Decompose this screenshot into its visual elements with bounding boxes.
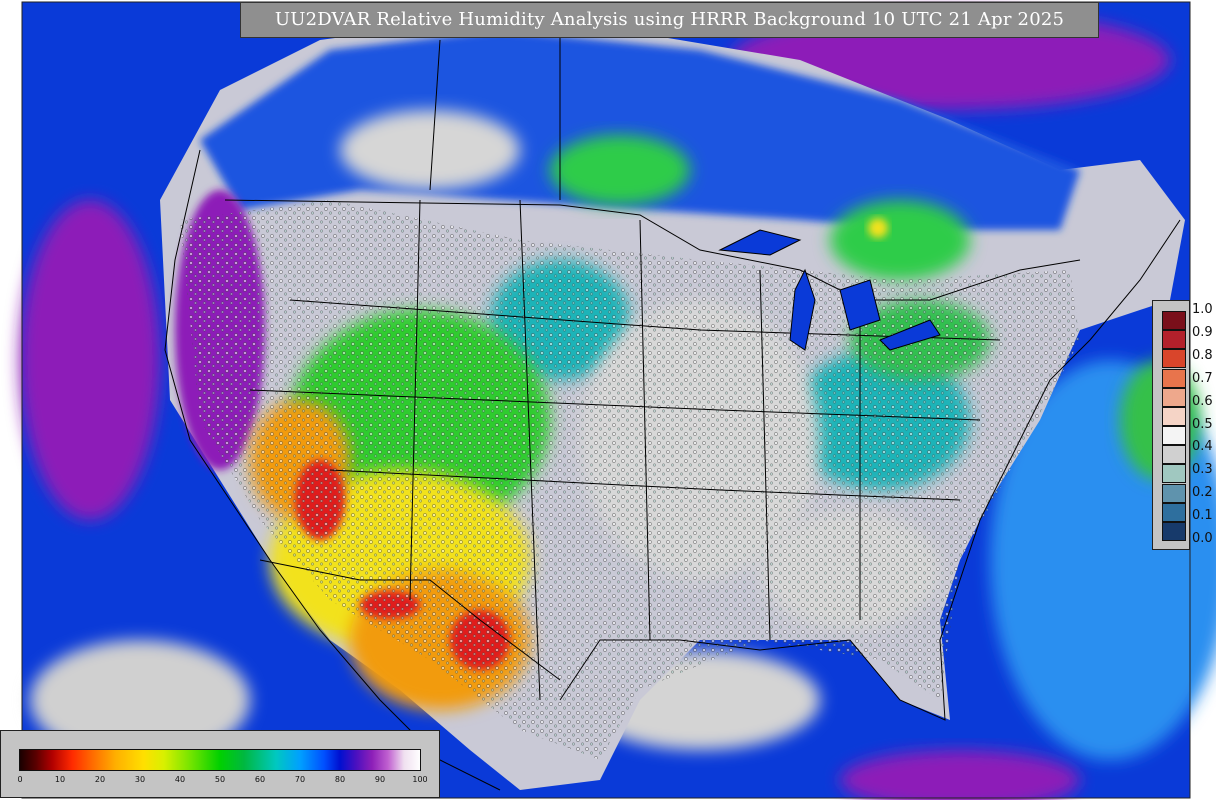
observation-legend-swatch bbox=[1162, 502, 1186, 522]
observation-legend-swatch bbox=[1162, 445, 1186, 465]
observation-legend-swatch bbox=[1162, 426, 1186, 446]
observation-legend-label: 0.7 bbox=[1192, 370, 1213, 386]
rh-colorbar-tick: 20 bbox=[94, 775, 106, 784]
rh-colorbar-tick: 100 bbox=[412, 775, 428, 784]
rh-colorbar-tick: 0 bbox=[17, 775, 23, 784]
observation-legend-label: 0.1 bbox=[1192, 508, 1213, 524]
observation-legend-swatch bbox=[1162, 521, 1186, 541]
observation-legend-swatch bbox=[1162, 368, 1186, 388]
hudson-green bbox=[550, 135, 690, 205]
observation-legend-label: 1.0 bbox=[1192, 302, 1213, 317]
observation-legend bbox=[1152, 300, 1190, 550]
observation-legend-swatch bbox=[1162, 330, 1186, 350]
rh-colorbar-tick: 80 bbox=[334, 775, 346, 784]
pacific-purple-region bbox=[20, 200, 160, 520]
map-title: UU2DVAR Relative Humidity Analysis using… bbox=[240, 2, 1099, 38]
observation-legend-swatch bbox=[1162, 464, 1186, 484]
rh-colorbar-tick: 90 bbox=[374, 775, 386, 784]
quebec-green bbox=[830, 200, 970, 280]
rh-colorbar-tick: 50 bbox=[214, 775, 226, 784]
rh-colorbar-tick: 10 bbox=[54, 775, 66, 784]
rh-colorbar-tick: 70 bbox=[294, 775, 306, 784]
canada-gray-patch bbox=[340, 110, 520, 190]
observation-legend-swatch bbox=[1162, 406, 1186, 426]
rh-colorbar-tick: 30 bbox=[134, 775, 146, 784]
observation-legend-label: 0.0 bbox=[1192, 531, 1213, 546]
observation-legend-label: 0.3 bbox=[1192, 462, 1213, 478]
rh-colorbar bbox=[19, 749, 421, 771]
observation-legend-label: 0.2 bbox=[1192, 485, 1213, 501]
observation-legend-swatch bbox=[1162, 311, 1186, 331]
rh-analysis-map bbox=[20, 1, 1216, 800]
quebec-yellow bbox=[868, 218, 888, 238]
observation-legend-label: 0.4 bbox=[1192, 439, 1213, 455]
observation-legend-swatch bbox=[1162, 349, 1186, 369]
observation-legend-swatch bbox=[1162, 387, 1186, 407]
observation-legend-label: 0.9 bbox=[1192, 324, 1213, 340]
observation-legend-label: 0.5 bbox=[1192, 416, 1213, 432]
observation-legend-swatch bbox=[1162, 483, 1186, 503]
observation-legend-label: 0.6 bbox=[1192, 393, 1213, 409]
observation-legend-label: 0.8 bbox=[1192, 347, 1213, 363]
rh-colorbar-tick: 40 bbox=[174, 775, 186, 784]
rh-colorbar-tick: 60 bbox=[254, 775, 266, 784]
